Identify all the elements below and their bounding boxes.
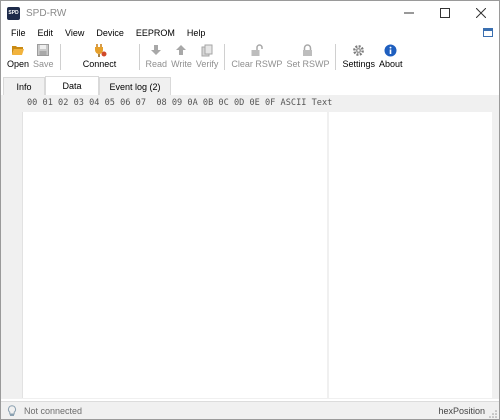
tab-info[interactable]: Info [3,77,45,95]
verify-label: Verify [195,59,219,69]
menu-file[interactable]: File [5,28,32,38]
folder-open-icon [11,43,25,57]
data-panel: 00 01 02 03 04 05 06 07 08 09 0A 0B 0C 0… [1,95,499,399]
unlock-icon [250,43,264,57]
app-window: SPD SPD-RW File Edit View Device EEPROM … [0,0,500,420]
menu-device[interactable]: Device [90,28,130,38]
toolbar: Open Save Connect Read Write Verify Clea… [1,41,499,75]
write-label: Write [171,59,192,69]
toolbar-separator [224,44,226,70]
read-label: Read [145,59,168,69]
write-button[interactable]: Write [169,41,194,73]
hex-position-label: hexPosition [438,406,485,416]
close-icon [476,8,486,18]
verify-button[interactable]: Verify [194,41,221,73]
read-button[interactable]: Read [144,41,170,73]
open-button[interactable]: Open [5,41,31,73]
tab-data[interactable]: Data [45,76,99,95]
ascii-view[interactable] [329,112,492,398]
save-label: Save [33,59,54,69]
arrow-down-icon [149,43,163,57]
save-icon [36,43,50,57]
connect-button[interactable]: Connect [65,41,135,73]
status-bar: Not connected hexPosition [1,401,499,419]
set-rswp-button[interactable]: Set RSWP [284,41,331,73]
menu-edit[interactable]: Edit [32,28,60,38]
toolbar-separator [59,44,61,70]
resize-grip-icon[interactable] [489,410,497,418]
verify-icon [200,43,214,57]
window-layout-icon[interactable] [483,28,493,37]
gear-icon [352,43,366,57]
menu-help[interactable]: Help [181,28,212,38]
menu-bar: File Edit View Device EEPROM Help [1,25,499,41]
hex-view[interactable] [23,112,327,398]
connect-label: Connect [82,59,117,69]
menu-view[interactable]: View [59,28,90,38]
lock-icon [301,43,315,57]
app-icon: SPD [7,6,20,20]
settings-button[interactable]: Settings [340,41,377,73]
maximize-icon [440,8,450,18]
ascii-column-header: ASCII Text [280,98,333,108]
save-button[interactable]: Save [31,41,56,73]
set-rswp-label: Set RSWP [286,59,330,69]
toolbar-separator [335,44,337,70]
arrow-up-icon [174,43,188,57]
connection-status: Not connected [24,406,83,416]
maximize-button[interactable] [427,1,463,25]
lightbulb-icon [6,405,18,417]
clear-rswp-label: Clear RSWP [231,59,283,69]
minimize-button[interactable] [391,1,427,25]
tab-strip: Info Data Event log (2) [1,75,499,96]
title-bar: SPD SPD-RW [1,1,499,25]
window-title: SPD-RW [26,7,67,19]
toolbar-separator [138,44,140,70]
close-button[interactable] [463,1,499,25]
open-label: Open [7,59,30,69]
window-controls [391,1,499,25]
hex-column-header: 00 01 02 03 04 05 06 07 08 09 0A 0B 0C 0… [27,98,332,108]
plug-icon [93,43,107,57]
about-label: About [378,59,403,69]
about-button[interactable]: About [377,41,405,73]
clear-rswp-button[interactable]: Clear RSWP [229,41,284,73]
settings-label: Settings [342,59,375,69]
hex-offsets-header: 00 01 02 03 04 05 06 07 08 09 0A 0B 0C 0… [27,98,276,108]
tab-event-log[interactable]: Event log (2) [99,77,171,95]
menu-eeprom[interactable]: EEPROM [130,28,181,38]
info-icon [384,43,398,57]
minimize-icon [404,12,414,14]
